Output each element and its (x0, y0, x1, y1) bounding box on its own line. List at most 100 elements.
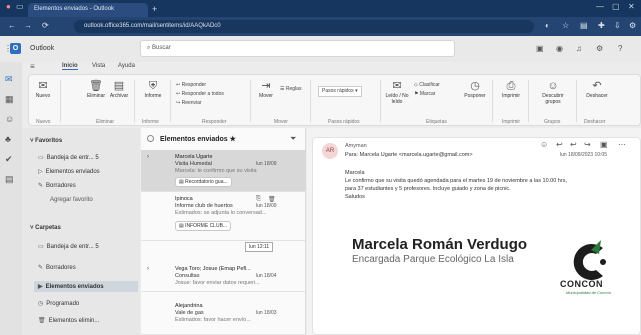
attachment-chip[interactable]: ▤ Recordatorio gua... (175, 177, 232, 187)
address-bar[interactable]: outlook.office365.com/mail/sentitems/id/… (74, 20, 534, 33)
reader-icon[interactable]: ◐ (545, 21, 550, 30)
back-icon[interactable]: ← (8, 21, 16, 30)
folder-label: Borradores (46, 265, 76, 271)
teams-icon[interactable]: ◉ (556, 44, 563, 53)
expand-icon[interactable]: › (147, 154, 149, 160)
folder-deleted[interactable]: 🗑 Elementos elimin... (38, 317, 99, 324)
delete-button[interactable]: 🗑 Eliminar (86, 80, 106, 99)
people-icon[interactable]: ☺ (5, 114, 14, 124)
settings-icon[interactable]: ⚙ (596, 44, 603, 53)
message-preview: Estimados: favor hacer envío... (175, 317, 251, 323)
reply-icon[interactable]: ↩ (556, 140, 563, 149)
move-button[interactable]: ⇥ Mover (256, 80, 276, 99)
meet-now-icon[interactable]: ▣ (536, 44, 544, 53)
archive-icon: ▤ (113, 80, 125, 92)
favorite-star-icon[interactable]: ☆ (562, 21, 569, 30)
extensions-icon[interactable]: ✚ (598, 21, 605, 30)
new-mail-button[interactable]: ✉ Nuevo (34, 80, 52, 99)
folder-inbox[interactable]: ▭ Bandeja de entr... 5 (38, 243, 99, 250)
favorites-header[interactable]: ˅ Favoritos (30, 138, 62, 144)
message-subject: Consultas (175, 273, 200, 279)
favorite-sent[interactable]: ▷ Elementos enviados (38, 168, 100, 175)
group-label-print: Imprimir (502, 119, 521, 125)
favorite-star-icon[interactable]: ★ (230, 136, 236, 143)
minimize-icon[interactable]: — (596, 2, 604, 11)
folder-drafts[interactable]: ✎ Borradores (38, 264, 76, 271)
reload-icon[interactable]: ⟳ (42, 21, 49, 30)
new-mail-icon: ✉ (38, 80, 48, 92)
clock-icon: ◷ (38, 301, 44, 307)
flag-button[interactable]: ⚑ Marcar (414, 91, 435, 98)
more-apps-icon[interactable]: ▤ (5, 174, 14, 185)
tooltip: lun 12:11 (245, 242, 274, 252)
calendar-icon[interactable]: ▦ (5, 94, 14, 105)
tab-vista[interactable]: Vista (92, 63, 105, 69)
more-actions-icon[interactable]: ⋯ (618, 140, 626, 149)
discover-groups-button[interactable]: ☺ Descubrir grupos (534, 80, 572, 105)
collections-icon[interactable]: ▤ (580, 21, 588, 30)
read-unread-button[interactable]: ✉ Leído / No leído (384, 80, 410, 105)
forward-icon[interactable]: ↪ (584, 140, 591, 149)
list-item[interactable] (141, 193, 306, 241)
attachment-indicator-icon: ⎘ (256, 196, 261, 202)
signature-title: Encargada Parque Ecológico La Isla (352, 254, 514, 265)
maximize-icon[interactable]: ▢ (612, 2, 620, 11)
rules-label: Reglas (285, 86, 302, 92)
download-icon[interactable]: ⇩ (614, 21, 621, 30)
forward-button[interactable]: ↪ Reenviar (176, 100, 202, 107)
quick-steps-dropdown[interactable]: Pasos rápidos ▾ (318, 86, 362, 97)
mail-icon[interactable]: ✉ (5, 74, 13, 85)
close-window-icon[interactable]: ✕ (628, 2, 635, 11)
browser-tab[interactable]: Elementos enviados - Outlook (28, 3, 148, 17)
delete-row-icon[interactable]: 🗑 (268, 196, 276, 203)
message-time: lun 18/09 (256, 203, 277, 209)
reply-all-button[interactable]: ↩ Responder a todos (176, 91, 224, 98)
help-icon[interactable]: ? (618, 44, 622, 53)
archive-button[interactable]: ▤ Archivar (108, 80, 130, 99)
ribbon-divider (576, 80, 577, 122)
categorize-button[interactable]: ◇ Clasificar (414, 82, 440, 89)
notifications-icon[interactable]: ♫ (576, 44, 582, 53)
new-tab-icon[interactable]: + (152, 4, 157, 14)
reply-button[interactable]: ↩ Responder (176, 82, 206, 89)
undo-button[interactable]: ↶ Deshacer (582, 80, 612, 99)
group-label-move: Mover (274, 119, 288, 125)
group-label-undo: Deshacer (584, 119, 606, 125)
rules-button[interactable]: ☰ Reglas (280, 86, 301, 93)
group-label-reply: Responder (202, 119, 227, 125)
search-input[interactable]: ⌕ Buscar (140, 40, 455, 57)
browser-settings-icon[interactable]: ⚙ (629, 21, 636, 30)
teams-share-icon[interactable]: ▣ (600, 140, 608, 149)
group-label-groups: Grupos (544, 119, 561, 125)
snooze-button[interactable]: ◷ Posponer (462, 80, 488, 99)
inbox-icon: ▭ (38, 244, 44, 250)
ribbon-divider (250, 80, 251, 122)
reply-all-icon[interactable]: ↩ (570, 140, 577, 149)
groups-icon[interactable]: ♣ (5, 134, 11, 144)
attachment-chip[interactable]: ▤ INFORME CLUB... (175, 221, 232, 231)
tab-actions-icon[interactable]: ▭ (16, 2, 24, 11)
reply-all-label: Responder a todos (181, 91, 224, 97)
filter-icon[interactable]: ⏷ (290, 134, 296, 144)
select-all-checkbox[interactable] (147, 135, 154, 142)
browser-menu-icon[interactable]: ● (6, 2, 11, 11)
emoji-react-icon[interactable]: ☺ (540, 140, 548, 149)
collapse-pane-icon[interactable]: ≡ (30, 62, 35, 71)
folder-sent[interactable]: ▶ Elementos enviados (38, 283, 104, 290)
favorite-inbox[interactable]: ▭ Bandeja de entr... 5 (38, 154, 99, 161)
folder-scheduled[interactable]: ◷ Programado (38, 300, 79, 307)
todo-icon[interactable]: ✔ (5, 154, 13, 165)
report-button[interactable]: ⛨ Informe (140, 80, 166, 99)
send-icon: ▶ (38, 284, 43, 290)
forward-icon[interactable]: → (24, 21, 32, 30)
expand-icon[interactable]: › (147, 266, 149, 272)
tab-ayuda[interactable]: Ayuda (118, 63, 135, 69)
add-favorite-link[interactable]: Agregar favorito (50, 197, 93, 203)
favorite-drafts[interactable]: ✎ Borradores (38, 182, 76, 189)
sender-name: Amyman (345, 143, 367, 149)
print-button[interactable]: ⎙ Imprimir (498, 80, 524, 99)
folders-header[interactable]: ˅ Carpetas (30, 225, 61, 231)
outlook-logo-icon: O (10, 43, 21, 54)
tab-inicio[interactable]: Inicio (62, 63, 78, 70)
list-title: Elementos enviados (160, 136, 228, 143)
